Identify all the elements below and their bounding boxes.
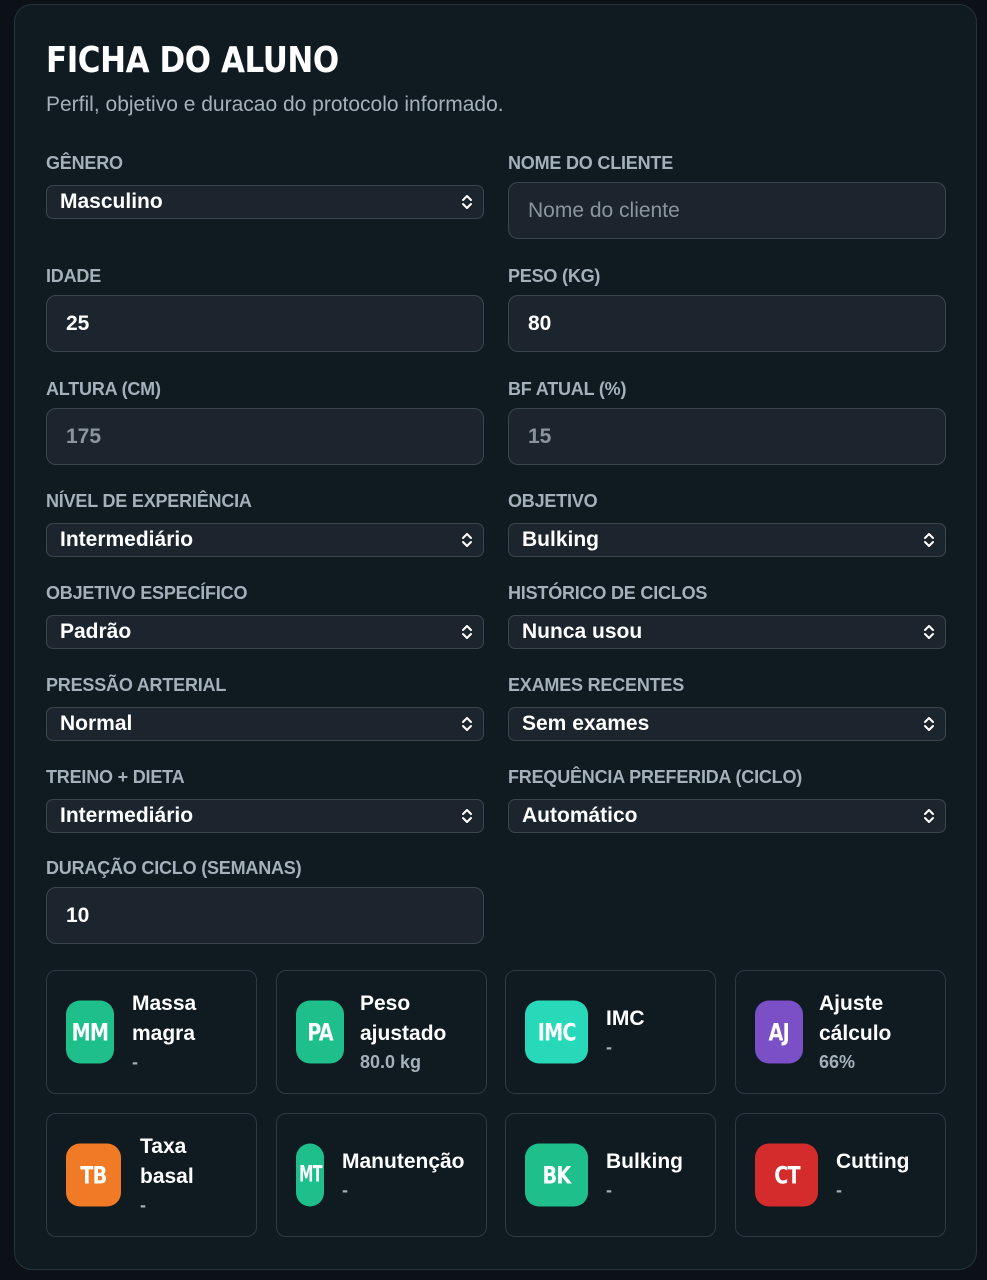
- stat-name: Cutting: [836, 1150, 910, 1173]
- adjusted-weight-badge-icon: PA: [296, 1000, 344, 1064]
- cycle-history-select[interactable]: Nunca usou: [508, 615, 946, 649]
- stat-value: 66%: [819, 1052, 856, 1072]
- chevron-updown-icon: [462, 625, 472, 639]
- training-diet-label: TREINO + DIETA: [46, 767, 185, 787]
- specific-goal-select[interactable]: Padrão: [46, 615, 484, 649]
- stat-card-basal-rate: TB Taxa basal -: [46, 1113, 257, 1237]
- recent-exams-label: EXAMES RECENTES: [508, 675, 685, 695]
- stat-card-adjusted-weight: PA Peso ajustado 80.0 kg: [276, 970, 487, 1094]
- stat-value: -: [606, 1180, 612, 1200]
- stat-value: -: [606, 1037, 612, 1057]
- gender-label: GÊNERO: [46, 153, 123, 173]
- bulking-badge-icon: BK: [525, 1143, 588, 1207]
- gender-select-value: Masculino: [60, 190, 163, 213]
- stat-name: cálculo: [819, 1022, 892, 1045]
- calc-adjustment-badge-icon: AJ: [755, 1000, 803, 1064]
- basal-rate-badge-icon: TB: [66, 1143, 121, 1207]
- stat-value: -: [342, 1180, 348, 1200]
- cycle-duration-label: DURAÇÃO CICLO (SEMANAS): [46, 858, 302, 878]
- stat-card-calc-adjustment: AJ Ajuste cálculo 66%: [735, 970, 946, 1094]
- maintenance-badge-icon: MT: [296, 1143, 324, 1207]
- lean-mass-badge-icon: MM: [66, 1000, 114, 1064]
- stat-card-cutting: CT Cutting -: [735, 1113, 946, 1237]
- specific-goal-label: OBJETIVO ESPECÍFICO: [46, 583, 248, 603]
- client-name-label: NOME DO CLIENTE: [508, 153, 674, 173]
- chevron-updown-icon: [924, 809, 934, 823]
- height-label: ALTURA (CM): [46, 379, 161, 399]
- stat-card-maintenance: MT Manutenção -: [276, 1113, 487, 1237]
- stat-name: Ajuste: [819, 992, 884, 1015]
- bmi-badge-icon: IMC: [525, 1000, 588, 1064]
- recent-exams-select[interactable]: Sem exames: [508, 707, 946, 741]
- goal-select-value: Bulking: [522, 528, 599, 551]
- stat-value: 80.0 kg: [360, 1052, 422, 1072]
- client-name-input[interactable]: Nome do cliente: [508, 182, 946, 239]
- goal-label: OBJETIVO: [508, 491, 598, 511]
- frequency-label: FREQUÊNCIA PREFERIDA (CICLO): [508, 767, 803, 787]
- stat-value: -: [132, 1052, 138, 1072]
- page-subtitle: Perfil, objetivo e duracao do protocolo …: [46, 93, 504, 116]
- stat-value: -: [140, 1195, 146, 1215]
- blood-pressure-select-value: Normal: [60, 712, 133, 735]
- stat-card-lean-mass: MM Massa magra -: [46, 970, 257, 1094]
- goal-select[interactable]: Bulking: [508, 523, 946, 557]
- body-fat-input[interactable]: 15: [508, 408, 946, 465]
- cycle-history-label: HISTÓRICO DE CICLOS: [508, 583, 708, 603]
- frequency-select-value: Automático: [522, 804, 638, 827]
- stat-name: Taxa: [140, 1135, 187, 1158]
- experience-label: NÍVEL DE EXPERIÊNCIA: [46, 491, 252, 511]
- recent-exams-select-value: Sem exames: [522, 712, 650, 735]
- cycle-history-select-value: Nunca usou: [522, 620, 643, 643]
- stat-card-bulking: BK Bulking -: [505, 1113, 716, 1237]
- cycle-duration-input[interactable]: 10: [46, 887, 484, 944]
- experience-select[interactable]: Intermediário: [46, 523, 484, 557]
- stat-name: Manutenção: [342, 1150, 465, 1173]
- age-input[interactable]: 25: [46, 295, 484, 352]
- training-diet-select[interactable]: Intermediário: [46, 799, 484, 833]
- training-diet-select-value: Intermediário: [60, 804, 194, 827]
- weight-input[interactable]: 80: [508, 295, 946, 352]
- chevron-updown-icon: [924, 717, 934, 731]
- gender-select[interactable]: Masculino: [46, 185, 484, 219]
- height-input[interactable]: 175: [46, 408, 484, 465]
- chevron-updown-icon: [924, 533, 934, 547]
- stat-value: -: [836, 1180, 842, 1200]
- chevron-updown-icon: [924, 625, 934, 639]
- chevron-updown-icon: [462, 533, 472, 547]
- page-title: FICHA DO ALUNO: [46, 40, 339, 81]
- blood-pressure-label: PRESSÃO ARTERIAL: [46, 675, 227, 695]
- chevron-updown-icon: [462, 195, 472, 209]
- stat-name: magra: [132, 1022, 196, 1045]
- stat-name: ajustado: [360, 1022, 447, 1045]
- experience-select-value: Intermediário: [60, 528, 194, 551]
- body-fat-label: BF ATUAL (%): [508, 379, 627, 399]
- weight-label: PESO (KG): [508, 266, 601, 286]
- specific-goal-select-value: Padrão: [60, 620, 132, 643]
- age-label: IDADE: [46, 266, 102, 286]
- chevron-updown-icon: [462, 809, 472, 823]
- frequency-select[interactable]: Automático: [508, 799, 946, 833]
- stat-name: Massa: [132, 992, 197, 1015]
- stat-name: Peso: [360, 992, 411, 1015]
- stat-name: Bulking: [606, 1150, 683, 1173]
- chevron-updown-icon: [462, 717, 472, 731]
- blood-pressure-select[interactable]: Normal: [46, 707, 484, 741]
- stat-name: IMC: [606, 1007, 645, 1030]
- cutting-badge-icon: CT: [755, 1143, 818, 1207]
- stat-card-bmi: IMC IMC -: [505, 970, 716, 1094]
- stat-name: basal: [140, 1165, 194, 1188]
